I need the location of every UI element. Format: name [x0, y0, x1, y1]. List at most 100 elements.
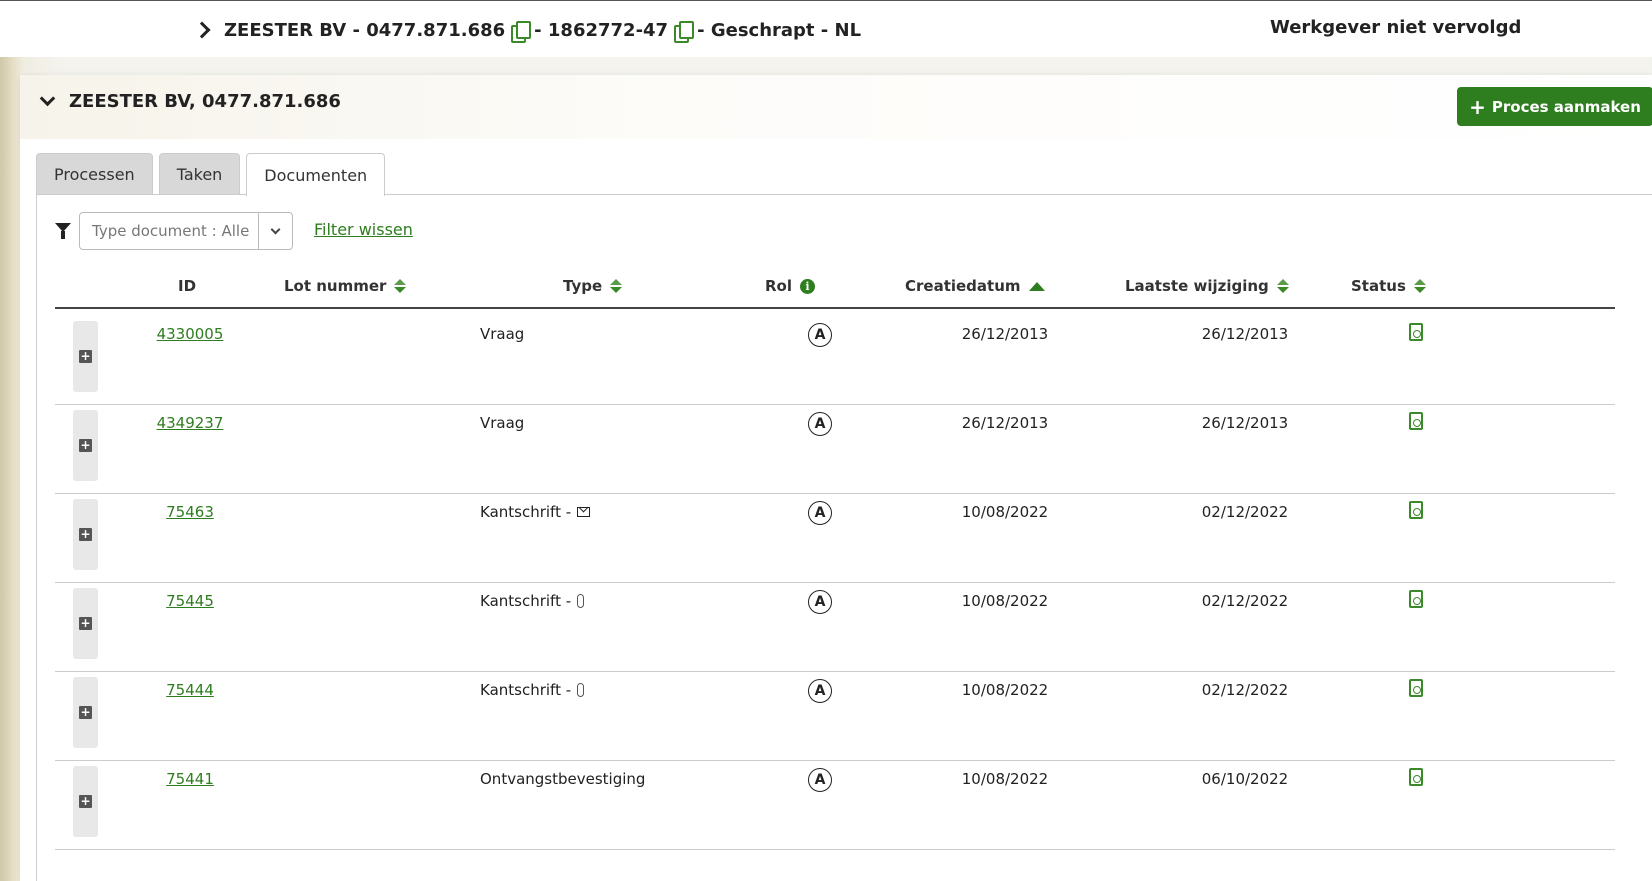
created-date: 10/08/2022: [961, 503, 1049, 521]
chevron-down-icon[interactable]: [39, 90, 56, 107]
panel-title-toggle[interactable]: ZEESTER BV, 0477.871.686: [38, 90, 341, 112]
column-header-status[interactable]: Status: [1351, 277, 1426, 295]
role-badge: A: [808, 768, 832, 792]
expand-row-button[interactable]: +: [73, 499, 98, 570]
plus-square-icon: +: [79, 349, 92, 363]
role-badge: A: [808, 590, 832, 614]
column-header-id: ID: [178, 277, 196, 295]
envelope-icon: [577, 507, 591, 517]
employer-number: - 1862772-47: [534, 19, 669, 41]
panel-title: ZEESTER BV, 0477.871.686: [69, 91, 341, 112]
column-label: Type: [563, 277, 603, 295]
role-badge: A: [808, 323, 832, 347]
table-row: + 4349237 Vraag A 26/12/2013 26/12/2013: [55, 400, 1615, 494]
sort-icon[interactable]: [394, 279, 407, 293]
plus-square-icon: +: [79, 705, 92, 719]
document-type: Kantschrift -: [480, 681, 572, 699]
document-type-cell: Kantschrift -: [480, 503, 591, 521]
info-icon[interactable]: i: [800, 278, 815, 294]
column-label: Laatste wijziging: [1125, 277, 1269, 295]
document-type-cell: Kantschrift -: [480, 681, 585, 699]
entity-header-bar: ZEESTER BV - 0477.871.686 - 1862772-47 -…: [0, 0, 1652, 57]
table-row: + 75441 Ontvangstbevestiging A 10/08/202…: [55, 756, 1615, 850]
document-type: Ontvangstbevestiging: [480, 770, 646, 788]
column-label: Creatiedatum: [905, 277, 1021, 295]
tab-taken[interactable]: Taken: [158, 153, 241, 195]
document-id-link[interactable]: 75441: [166, 770, 214, 788]
copy-icon[interactable]: [674, 20, 695, 43]
document-check-icon: [1409, 501, 1423, 519]
document-check-icon: [1409, 590, 1423, 608]
document-id-cell: 4330005: [130, 325, 250, 343]
expand-row-button[interactable]: +: [73, 677, 98, 748]
column-header-modified[interactable]: Laatste wijziging: [1125, 277, 1289, 295]
document-check-icon: [1409, 412, 1423, 430]
created-date: 26/12/2013: [961, 325, 1049, 343]
documents-tab-content: Type document : Alle Filter wissen ID Lo…: [36, 194, 1652, 881]
document-id-link[interactable]: 4330005: [157, 325, 224, 343]
document-type: Kantschrift -: [480, 592, 572, 610]
column-header-rol: Rol i: [765, 277, 815, 295]
column-header-type[interactable]: Type: [563, 277, 623, 295]
plus-square-icon: +: [79, 794, 92, 808]
document-id-link[interactable]: 75445: [166, 592, 214, 610]
role-badge: A: [808, 501, 832, 525]
modified-date: 02/12/2022: [1201, 592, 1289, 610]
company-panel: ZEESTER BV, 0477.871.686 + Proces aanmak…: [20, 75, 1652, 881]
expand-row-button[interactable]: +: [73, 321, 98, 392]
column-header-lot[interactable]: Lot nummer: [284, 277, 407, 295]
document-type-cell: Ontvangstbevestiging: [480, 770, 645, 788]
expand-row-button[interactable]: +: [73, 588, 98, 659]
plus-square-icon: +: [79, 527, 92, 541]
filter-icon: [55, 223, 71, 239]
entity-breadcrumb[interactable]: ZEESTER BV - 0477.871.686 - 1862772-47 -…: [193, 17, 862, 43]
table-row: + 75445 Kantschrift - A 10/08/2022 02/12…: [55, 578, 1615, 672]
tab-processen[interactable]: Processen: [36, 153, 153, 195]
entity-status-lang: - Geschrapt - NL: [697, 19, 862, 41]
column-header-created[interactable]: Creatiedatum: [905, 277, 1045, 295]
modified-date: 02/12/2022: [1201, 503, 1289, 521]
document-id-link[interactable]: 4349237: [157, 414, 224, 432]
modified-date: 26/12/2013: [1201, 414, 1289, 432]
document-type-value: Type document : Alle: [92, 222, 250, 240]
column-label: ID: [178, 277, 197, 295]
paperclip-icon: [577, 683, 585, 697]
employer-status: Werkgever niet vervolgd: [1270, 17, 1522, 38]
clear-filter-link[interactable]: Filter wissen: [314, 220, 413, 239]
dropdown-toggle[interactable]: [258, 213, 292, 249]
plus-square-icon: +: [79, 438, 92, 452]
table-header: ID Lot nummer Type Rol i Creatiedatum Laa…: [55, 265, 1615, 309]
expand-row-button[interactable]: +: [73, 410, 98, 481]
sort-icon[interactable]: [1276, 279, 1289, 293]
column-label: Status: [1351, 277, 1406, 295]
document-id-cell: 75441: [130, 770, 250, 788]
document-type: Kantschrift -: [480, 503, 572, 521]
table-row: + 4330005 Vraag A 26/12/2013 26/12/2013: [55, 311, 1615, 405]
document-type-select[interactable]: Type document : Alle: [79, 212, 293, 250]
role-badge: A: [808, 412, 832, 436]
expand-row-button[interactable]: +: [73, 766, 98, 837]
table-row: + 75463 Kantschrift - A 10/08/2022 02/12…: [55, 489, 1615, 583]
document-id-cell: 75444: [130, 681, 250, 699]
company-name-vat: ZEESTER BV - 0477.871.686: [224, 19, 506, 41]
create-process-button[interactable]: + Proces aanmaken: [1457, 87, 1652, 126]
document-id-link[interactable]: 75463: [166, 503, 214, 521]
plus-icon: +: [1469, 94, 1486, 119]
sort-ascending-icon[interactable]: [1028, 281, 1045, 291]
tab-bar: Processen Taken Documenten: [36, 153, 386, 196]
chevron-right-icon[interactable]: [193, 21, 211, 39]
document-id-link[interactable]: 75444: [166, 681, 214, 699]
chevron-down-icon: [270, 224, 281, 234]
document-type-cell: Kantschrift -: [480, 592, 585, 610]
document-type-cell: Vraag: [480, 325, 524, 343]
copy-icon[interactable]: [511, 20, 532, 43]
plus-square-icon: +: [79, 616, 92, 630]
created-date: 10/08/2022: [961, 592, 1049, 610]
sort-icon[interactable]: [610, 279, 623, 293]
tab-documenten[interactable]: Documenten: [246, 153, 386, 196]
column-label: Rol: [765, 277, 792, 295]
column-label: Lot nummer: [284, 277, 387, 295]
modified-date: 26/12/2013: [1201, 325, 1289, 343]
modified-date: 02/12/2022: [1201, 681, 1289, 699]
sort-icon[interactable]: [1413, 279, 1426, 293]
